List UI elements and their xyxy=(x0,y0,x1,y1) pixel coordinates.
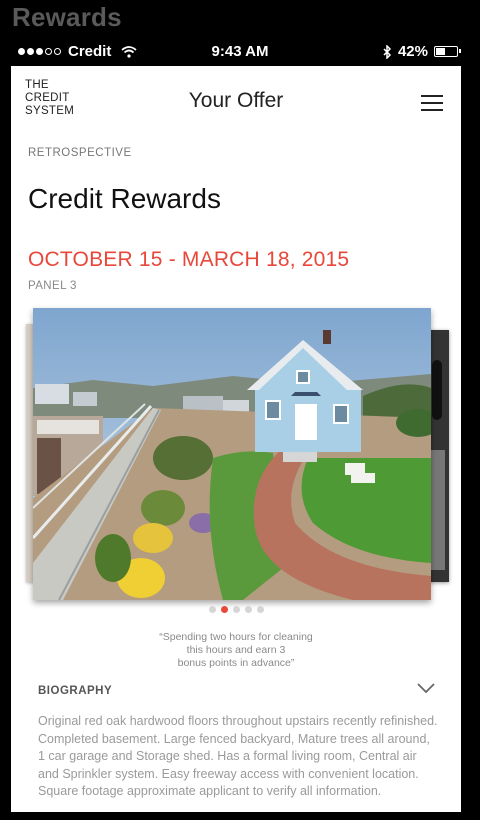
battery-percent: 42% xyxy=(397,43,428,60)
pager-dot[interactable] xyxy=(244,606,252,613)
image-carousel[interactable] xyxy=(11,306,461,606)
pager-dot[interactable] xyxy=(256,606,264,613)
battery-icon xyxy=(434,46,461,57)
rooftop-house-photo xyxy=(33,308,431,600)
pager-dot[interactable] xyxy=(208,606,216,613)
biography-heading: BIOGRAPHY xyxy=(38,685,113,697)
offer-dates: OCTOBER 15 - MARCH 18, 2015 xyxy=(28,248,350,271)
window-title: Rewards xyxy=(12,2,122,32)
bluetooth-icon xyxy=(383,44,392,59)
pager-dot[interactable] xyxy=(232,606,240,613)
caption-line: bonus points in advance” xyxy=(177,657,295,669)
pager-dot-active[interactable] xyxy=(220,606,228,613)
section-eyebrow: RETROSPECTIVE xyxy=(28,147,132,159)
caption-line: this hours and earn 3 xyxy=(186,644,286,656)
carousel-pager[interactable] xyxy=(11,606,461,613)
app-header: THE CREDIT SYSTEM Your Offer xyxy=(11,66,461,136)
chevron-down-icon[interactable] xyxy=(417,682,435,694)
caption-line: “Spending two hours for cleaning xyxy=(159,631,313,643)
hamburger-menu-icon[interactable] xyxy=(421,95,443,111)
image-caption: “Spending two hours for cleaning this ho… xyxy=(11,631,461,670)
app-screen: THE CREDIT SYSTEM Your Offer RETROSPECTI… xyxy=(11,66,461,812)
offer-title: Credit Rewards xyxy=(28,183,221,214)
next-slide[interactable] xyxy=(429,330,449,582)
page-title: Your Offer xyxy=(188,89,284,112)
panel-label: PANEL 3 xyxy=(28,280,77,292)
carousel-image[interactable] xyxy=(33,308,431,600)
status-bar: Credit 9:43 AM 42% xyxy=(0,40,480,64)
biography-text: Original red oak hardwood floors through… xyxy=(38,714,438,798)
